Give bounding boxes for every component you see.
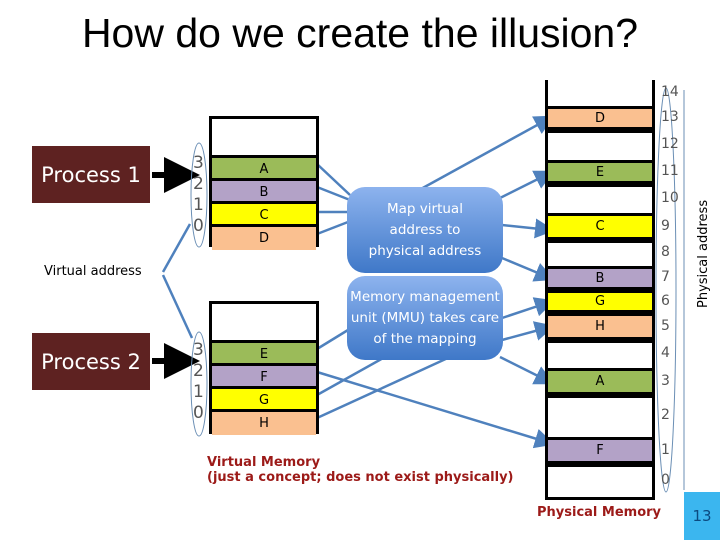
physical-frame-g: G	[548, 290, 652, 313]
virtual-page-label: G	[258, 393, 270, 408]
physical-frame-label: G	[594, 294, 606, 309]
physical-memory: D E C BGH A F	[545, 80, 655, 500]
virtual-address: 1	[193, 195, 204, 215]
virtual-page-label: C	[259, 208, 269, 223]
slide-number: 13	[692, 507, 712, 525]
virtual-page-h: H	[212, 409, 316, 435]
physical-address-number: 14	[661, 84, 679, 100]
physical-address-axis-label: Physical address	[696, 199, 711, 308]
physical-address-number: 11	[661, 163, 679, 179]
physical-frame-empty	[548, 130, 652, 160]
physical-frame-label: D	[594, 110, 605, 126]
physical-frame-label: C	[595, 219, 605, 234]
virtual-address: 3	[193, 340, 204, 360]
virtual-page-empty	[212, 119, 316, 155]
physical-address-number: 7	[661, 269, 670, 285]
physical-address-numbers: 14 13 12 11 10 9 8 7 6 5 4 3 2 1 0	[659, 80, 689, 500]
mmu-map-box: Map virtual address to physical address	[347, 187, 503, 273]
virtual-address: 3	[193, 153, 204, 173]
process-1-box: Process 1	[32, 146, 150, 203]
virtual-page-label: E	[259, 347, 269, 362]
physical-address-number: 5	[661, 317, 670, 334]
physical-frame-empty	[548, 464, 652, 497]
virtual-address-label: Virtual address	[44, 264, 142, 279]
virtual-page-label: F	[260, 370, 268, 385]
mmu-description-box: Memory management unit (MMU) takes care …	[347, 276, 503, 360]
physical-memory-caption: Physical Memory	[537, 505, 662, 520]
physical-frame-b: B	[548, 266, 652, 290]
physical-frame-c: C	[548, 213, 652, 240]
virtual-page-empty	[212, 304, 316, 340]
physical-frame-empty	[548, 184, 652, 213]
physical-frame-f: F	[548, 437, 652, 464]
physical-address-number: 8	[661, 244, 670, 260]
virtual-address-numbers-2: 3 2 1 0	[193, 340, 207, 424]
mmu-description-text: Memory management unit (MMU) takes care …	[350, 288, 500, 347]
physical-frame-d: D	[548, 106, 652, 130]
physical-address-number: 0	[661, 471, 670, 488]
virtual-address: 0	[193, 216, 204, 236]
virtual-address: 2	[193, 174, 204, 194]
virtual-address: 2	[193, 361, 204, 381]
physical-address-number: 3	[661, 372, 670, 389]
physical-address-number: 2	[661, 407, 670, 423]
process-2-label: Process 2	[41, 349, 141, 374]
virtual-address-pointer-1	[161, 223, 192, 273]
physical-frame-label: A	[595, 374, 605, 389]
physical-frame-e: E	[548, 160, 652, 184]
virtual-memory-process-1: ABCD	[209, 116, 319, 250]
physical-address-number: 12	[661, 136, 679, 152]
process-1-label: Process 1	[41, 162, 141, 187]
physical-frame-a: A	[548, 368, 652, 395]
virtual-page-label: D	[258, 231, 269, 246]
physical-address-number: 4	[661, 345, 670, 361]
process-2-box: Process 2	[32, 333, 150, 390]
virtual-memory-caption: Virtual Memory (just a concept; does not…	[207, 455, 514, 485]
physical-frame-empty	[548, 80, 652, 106]
physical-frame-label: E	[595, 164, 605, 180]
physical-frame-label: F	[596, 443, 604, 458]
physical-frame-h: H	[548, 313, 652, 340]
physical-frame-label: B	[595, 270, 605, 286]
mmu-map-text: Map virtual address to physical address	[368, 200, 482, 259]
physical-address-number: 13	[661, 109, 679, 125]
physical-address-number: 1	[661, 441, 670, 458]
virtual-page-label: A	[259, 162, 269, 177]
virtual-page-label: B	[259, 185, 269, 200]
virtual-memory-caption-line2: (just a concept; does not exist physical…	[207, 470, 514, 485]
virtual-address-numbers-1: 3 2 1 0	[193, 153, 207, 237]
virtual-memory-caption-line1: Virtual Memory	[207, 455, 321, 470]
physical-address-number: 9	[661, 217, 670, 234]
physical-frame-empty	[548, 240, 652, 266]
physical-frame-empty	[548, 340, 652, 368]
slide-number-badge: 13	[684, 492, 720, 540]
physical-address-number: 10	[661, 189, 679, 206]
virtual-address: 1	[193, 382, 204, 402]
virtual-memory-process-2: EFGH	[209, 301, 319, 435]
virtual-address-pointer-2	[161, 274, 194, 339]
virtual-page-d: D	[212, 224, 316, 250]
virtual-address: 0	[193, 403, 204, 423]
physical-frame-empty	[548, 395, 652, 437]
physical-frame-label: H	[595, 319, 605, 334]
physical-address-number: 6	[661, 292, 670, 309]
virtual-page-label: H	[259, 416, 269, 431]
